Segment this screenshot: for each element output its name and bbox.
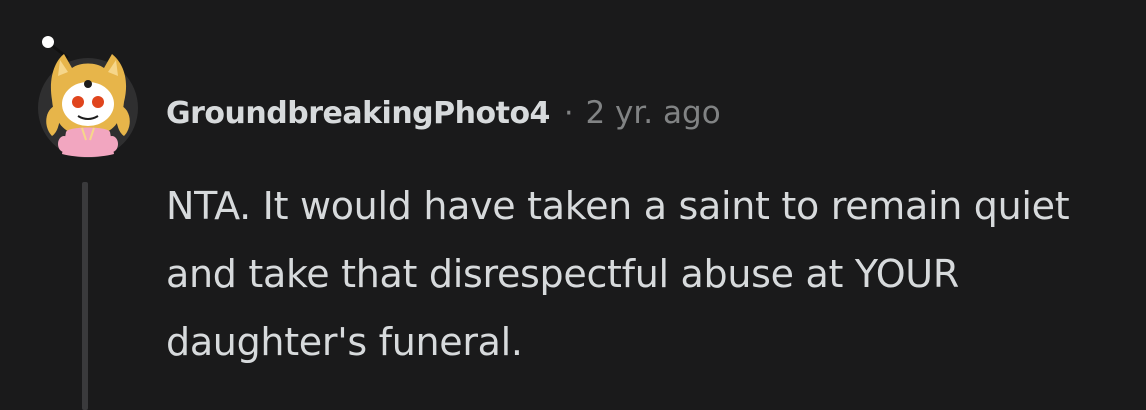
meta-separator: · (563, 95, 574, 131)
username-link[interactable]: GroundbreakingPhoto4 (166, 96, 550, 131)
comment: GroundbreakingPhoto4 · 2 yr. ago NTA. It… (0, 0, 1146, 410)
comment-meta: GroundbreakingPhoto4 · 2 yr. ago (166, 88, 721, 138)
thread-line[interactable] (82, 182, 88, 410)
comment-body: NTA. It would have taken a saint to rema… (166, 184, 1070, 364)
timestamp[interactable]: 2 yr. ago (585, 95, 720, 131)
snoo-avatar-icon[interactable] (38, 36, 138, 160)
